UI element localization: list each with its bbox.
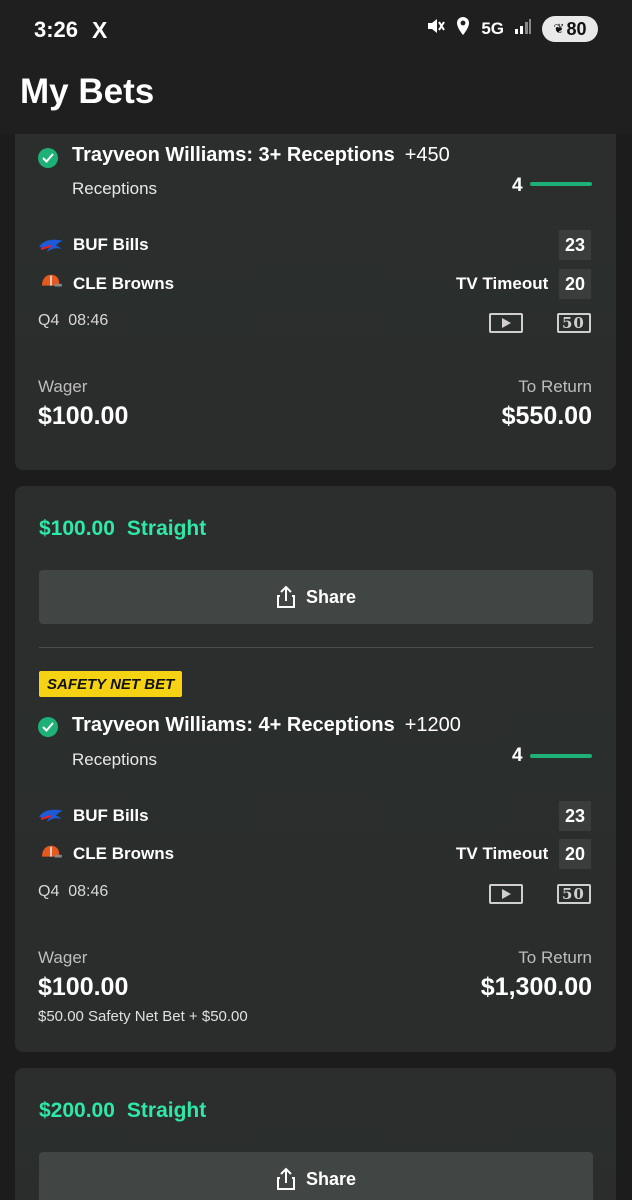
team-name: BUF Bills	[73, 806, 149, 825]
safety-net-badge: SAFETY NET BET	[39, 671, 183, 697]
to-return-amount: $1,300.00	[480, 973, 592, 1001]
share-button[interactable]: Share	[39, 1152, 593, 1200]
battery-indicator: ❦ 80	[542, 16, 598, 42]
browns-logo-icon	[42, 845, 62, 858]
mute-icon	[425, 16, 446, 42]
summary-amount: $100.00	[39, 517, 115, 540]
network-indicator: 5G	[481, 19, 504, 38]
check-icon	[38, 717, 58, 737]
x-app-icon: X	[92, 17, 108, 43]
play-video-icon[interactable]	[489, 884, 523, 904]
selection-odds: +450	[404, 144, 450, 166]
status-time: 3:26	[34, 17, 79, 42]
market-label: Receptions	[72, 179, 158, 198]
team-score: 20	[559, 839, 591, 869]
team-score: 23	[559, 230, 591, 260]
share-icon	[276, 1167, 295, 1190]
bets-list[interactable]: Trayveon Williams: 3+ Receptions +450 Rec…	[0, 134, 632, 1200]
wager-label: Wager	[38, 948, 88, 967]
team-name: CLE Browns	[73, 274, 175, 293]
selection-name: Trayveon Williams: 3+ Receptions	[72, 144, 395, 166]
battery-saver-icon: ❦	[553, 21, 565, 36]
progress-value: 4	[512, 745, 523, 766]
stats-50-icon[interactable]: 50	[557, 313, 591, 333]
status-bar: 3:26 X 5G ❦ 80	[0, 0, 632, 60]
battery-level: 80	[566, 18, 587, 39]
selection-name: Trayveon Williams: 4+ Receptions	[72, 714, 395, 736]
location-icon	[455, 16, 471, 42]
page-header: My Bets	[0, 60, 632, 134]
summary-type: Straight	[126, 1099, 207, 1122]
to-return-label: To Return	[518, 377, 592, 396]
team-score: 20	[559, 269, 591, 299]
bet-card: Trayveon Williams: 3+ Receptions +450 Rec…	[15, 134, 616, 470]
bills-logo-icon	[39, 809, 63, 822]
team-name: CLE Browns	[73, 844, 175, 863]
progress-value: 4	[512, 175, 523, 196]
market-label: Receptions	[72, 750, 158, 769]
share-label: Share	[305, 1168, 357, 1189]
game-status: TV Timeout	[456, 274, 549, 293]
bet-card: $200.00 Straight Share	[15, 1068, 616, 1200]
game-clock: Q4 08:46	[38, 312, 109, 329]
wager-label: Wager	[38, 377, 88, 396]
bet-summary: $200.00 Straight	[39, 1099, 206, 1123]
wager-breakdown: $50.00 Safety Net Bet + $50.00	[38, 1008, 248, 1025]
bills-logo-icon	[39, 239, 63, 252]
divider	[39, 647, 593, 648]
share-button[interactable]: Share	[39, 570, 593, 624]
to-return-label: To Return	[518, 948, 592, 967]
game-status: TV Timeout	[456, 844, 549, 863]
summary-amount: $200.00	[39, 1099, 115, 1122]
signal-icon	[514, 17, 532, 41]
stats-50-icon[interactable]: 50	[557, 884, 591, 904]
check-icon	[38, 148, 58, 168]
bet-card: $100.00 Straight Share SAFETY NET BET Tra…	[15, 486, 616, 1052]
wager-amount: $100.00	[38, 402, 129, 430]
play-video-icon[interactable]	[489, 313, 523, 333]
progress-bar	[530, 754, 592, 758]
selection-odds: +1200	[404, 714, 461, 736]
share-label: Share	[305, 586, 357, 607]
page-title: My Bets	[20, 72, 155, 111]
team-name: BUF Bills	[73, 235, 149, 254]
wager-amount: $100.00	[38, 973, 129, 1001]
progress-bar	[530, 182, 592, 186]
to-return-amount: $550.00	[501, 402, 592, 430]
summary-type: Straight	[126, 517, 207, 540]
selection-title: Trayveon Williams: 4+ Receptions +1200	[72, 714, 461, 737]
browns-logo-icon	[42, 274, 62, 287]
team-score: 23	[559, 801, 591, 831]
share-icon	[276, 585, 295, 608]
game-clock: Q4 08:46	[38, 883, 109, 900]
bet-summary: $100.00 Straight	[39, 517, 206, 541]
selection-title: Trayveon Williams: 3+ Receptions +450	[72, 144, 450, 167]
